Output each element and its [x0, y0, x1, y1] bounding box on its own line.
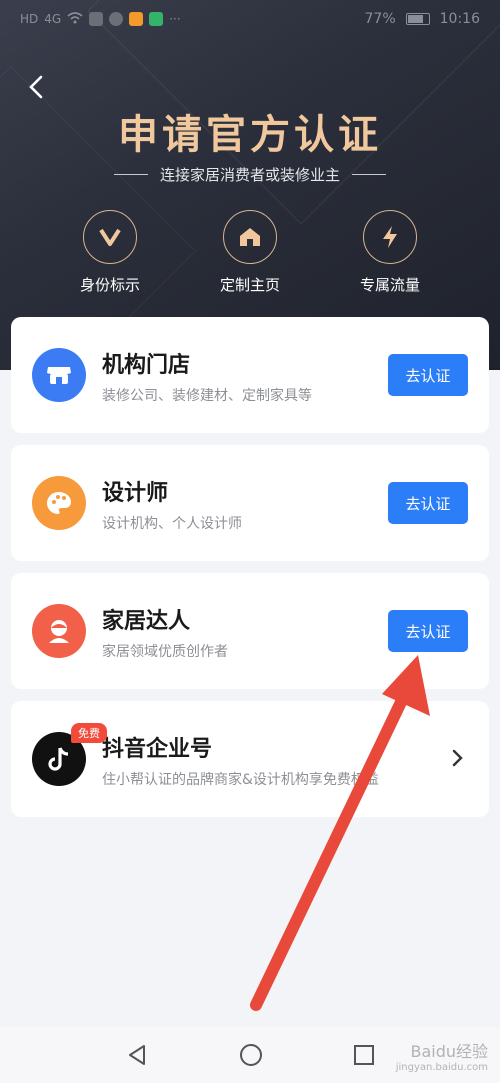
feature-label: 定制主页: [219, 276, 280, 294]
video-app-icon: [129, 12, 144, 26]
card-store[interactable]: 机构门店 装修公司、装修建材、定制家具等 去认证: [11, 317, 489, 433]
v-badge-icon: [83, 210, 137, 264]
card-title: 机构门店: [102, 353, 191, 378]
home-app-icon: [149, 12, 164, 26]
status-bar: HD 4G ··· 77% 10:16: [0, 0, 500, 38]
back-button[interactable]: [22, 72, 52, 102]
certify-button[interactable]: 去认证: [388, 354, 468, 396]
feature-homepage: 定制主页: [200, 210, 300, 295]
subtitle-text: 连接家居消费者或装修业主: [159, 166, 340, 184]
nav-recents-icon[interactable]: [353, 1044, 375, 1066]
card-title: 抖音企业号: [102, 737, 213, 762]
store-icon: [32, 348, 86, 402]
free-badge: 免费: [71, 723, 107, 743]
app-notification-icon: [109, 12, 124, 26]
card-title: 设计师: [102, 481, 169, 506]
page-title: 申请官方认证: [118, 112, 382, 158]
card-description: 住小帮认证的品牌商家&设计机构享免费权益: [102, 772, 379, 788]
watermark-brand: Baidu经验: [410, 1042, 488, 1061]
battery-percent: 77%: [364, 11, 396, 27]
chevron-right-icon[interactable]: [449, 747, 467, 769]
divider: [113, 174, 148, 175]
feature-label: 身份标示: [79, 276, 140, 294]
hero-banner: [0, 0, 500, 370]
card-title: 家居达人: [102, 609, 191, 634]
shield-icon: [89, 12, 104, 26]
feature-identity: 身份标示: [60, 210, 160, 295]
watermark-url: jingyan.baidu.com: [395, 1062, 488, 1073]
person-icon: [32, 604, 86, 658]
lightning-icon: [363, 210, 417, 264]
feature-label: 专属流量: [359, 276, 420, 294]
certify-button[interactable]: 去认证: [388, 482, 468, 524]
page-subtitle: 连接家居消费者或装修业主: [0, 164, 500, 185]
more-icon: ···: [169, 12, 181, 26]
wifi-icon: [67, 11, 83, 27]
certify-button[interactable]: 去认证: [388, 610, 468, 652]
battery-icon: [405, 13, 430, 25]
card-description: 装修公司、装修建材、定制家具等: [102, 388, 312, 404]
network-indicator: 4G: [44, 12, 62, 26]
card-influencer[interactable]: 家居达人 家居领域优质创作者 去认证: [11, 573, 489, 689]
clock: 10:16: [439, 11, 480, 27]
nav-back-icon[interactable]: [125, 1043, 149, 1067]
palette-icon: [32, 476, 86, 530]
hd-indicator: HD: [20, 12, 39, 26]
card-douyin-enterprise[interactable]: 免费 抖音企业号 住小帮认证的品牌商家&设计机构享免费权益: [11, 701, 489, 817]
card-description: 设计机构、个人设计师: [102, 516, 242, 532]
status-icons: HD 4G ···: [20, 11, 181, 27]
feature-traffic: 专属流量: [340, 210, 440, 295]
divider: [352, 174, 386, 175]
home-icon: [223, 210, 277, 264]
nav-home-icon[interactable]: [238, 1042, 264, 1068]
card-description: 家居领域优质创作者: [102, 644, 228, 660]
card-designer[interactable]: 设计师 设计机构、个人设计师 去认证: [11, 445, 489, 561]
chevron-left-icon: [29, 75, 43, 99]
baidu-watermark: Baidu经验 jingyan.baidu.com: [396, 1038, 488, 1073]
feature-list: 身份标示 定制主页 专属流量: [0, 210, 500, 295]
